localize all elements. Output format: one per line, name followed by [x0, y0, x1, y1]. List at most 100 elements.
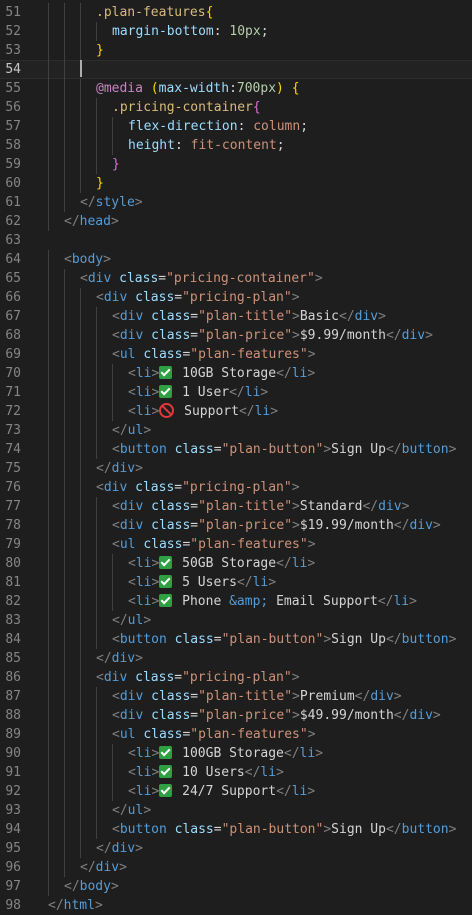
indent-guide [48, 706, 49, 725]
line-number: 55 [5, 81, 21, 96]
code-line[interactable]: 55 @media (max-width:700px) { [0, 79, 472, 98]
code-line[interactable]: 98 </html> [0, 896, 472, 915]
code-line[interactable]: 83 </ul> [0, 611, 472, 630]
code-token: li [260, 765, 277, 780]
code-token: > [401, 499, 410, 514]
code-text: <div class="pricing-container"> [80, 269, 323, 288]
code-token: max-width [158, 81, 230, 96]
code-token: li [135, 594, 152, 609]
code-line[interactable]: 88 <div class="plan-price">$49.99/month</… [0, 706, 472, 725]
code-line[interactable]: 58 height: fit-content; [0, 136, 472, 155]
code-line[interactable]: 95 </div> [0, 839, 472, 858]
line-number: 92 [5, 784, 21, 799]
code-text: <button class="plan-button">Sign Up</but… [112, 630, 456, 649]
code-line[interactable]: 59} [0, 155, 472, 174]
code-line[interactable]: 64 <body> [0, 250, 472, 269]
code-token: < [128, 765, 136, 780]
code-line[interactable]: 66 <div class="pricing-plan"> [0, 288, 472, 307]
code-line[interactable]: 51 .plan-features{ [0, 3, 472, 22]
code-token: li [291, 556, 308, 571]
indent-guide [64, 706, 65, 725]
code-line[interactable]: 61 </style> [0, 193, 472, 212]
code-line[interactable]: 96 </div> [0, 858, 472, 877]
code-line[interactable]: 74 <button class="plan-button">Sign Up</b… [0, 440, 472, 459]
code-line[interactable]: 54 [0, 60, 472, 79]
code-token: > [292, 309, 300, 324]
code-editor[interactable]: 51 .plan-features{52 margin-bottom: 10px; 5… [0, 0, 472, 914]
code-line[interactable]: 80 <li> 50GB Storage</li> [0, 554, 472, 573]
code-text: height: fit-content; [128, 136, 285, 155]
code-token: > [143, 803, 152, 818]
code-line[interactable]: 53} [0, 41, 472, 60]
code-line[interactable]: 94 <button class="plan-button">Sign Up</b… [0, 820, 472, 839]
line-number: 75 [5, 461, 21, 476]
line-number: 96 [5, 860, 21, 875]
indent-guide [80, 383, 81, 402]
indent-guide [80, 687, 81, 706]
code-text: flex-direction: column; [128, 117, 308, 136]
code-line[interactable]: 90 <li> 100GB Storage</li> [0, 744, 472, 763]
code-token: class [143, 537, 183, 552]
code-line[interactable]: 60} [0, 174, 472, 193]
code-line[interactable]: 78 <div class="plan-price">$19.99/month</… [0, 516, 472, 535]
code-token: div [111, 841, 136, 856]
code-token: > [110, 214, 119, 229]
indent-guide [96, 611, 97, 630]
code-line[interactable]: 57 flex-direction: column; [0, 117, 472, 136]
code-text: <button class="plan-button">Sign Up</but… [112, 820, 456, 839]
code-token: < [112, 822, 120, 837]
indent-guide [80, 706, 81, 725]
code-line[interactable]: 56 .pricing-container{ [0, 98, 472, 117]
code-line[interactable]: 62 </head> [0, 212, 472, 231]
code-token: > [276, 765, 284, 780]
code-line[interactable]: 52 margin-bottom: 10px; [0, 22, 472, 41]
indent-guide [48, 212, 49, 231]
code-line[interactable]: 89 <ul class="plan-features"> [0, 725, 472, 744]
indent-guide [48, 820, 49, 839]
code-line[interactable]: 69 <ul class="plan-features"> [0, 345, 472, 364]
code-line[interactable]: 72 <li> Support</li> [0, 402, 472, 421]
code-line[interactable]: 84 <button class="plan-button">Sign Up</b… [0, 630, 472, 649]
code-line[interactable]: 86 <div class="pricing-plan"> [0, 668, 472, 687]
code-line[interactable]: 77 <div class="plan-title">Standard</div> [0, 497, 472, 516]
code-token: > [151, 594, 160, 609]
code-line[interactable]: 91 <li> 10 Users</li> [0, 763, 472, 782]
code-line[interactable]: 63 [0, 231, 472, 250]
code-line[interactable]: 92 <li> 24/7 Support</li> [0, 782, 472, 801]
code-line[interactable]: 85 </div> [0, 649, 472, 668]
code-token: fit-content [190, 138, 277, 153]
code-token: </ [236, 575, 253, 590]
line-number: 60 [5, 176, 21, 191]
code-line[interactable]: 79 <ul class="plan-features"> [0, 535, 472, 554]
code-text: <div class="plan-price">$49.99/month</di… [112, 706, 441, 725]
indent-guide [48, 611, 49, 630]
indent-guide [64, 839, 65, 858]
code-line[interactable]: 87 <div class="plan-title">Premium</div> [0, 687, 472, 706]
code-token: > [307, 727, 316, 742]
code-line[interactable]: 81 <li> 5 Users</li> [0, 573, 472, 592]
code-line[interactable]: 73 </ul> [0, 421, 472, 440]
indent-guide [48, 174, 49, 193]
code-line[interactable]: 68 <div class="plan-price">$9.99/month</d… [0, 326, 472, 345]
code-token: div [103, 290, 128, 305]
code-text: <li> 24/7 Support</li> [128, 782, 315, 801]
code-line[interactable]: 67 <div class="plan-title">Basic</div> [0, 307, 472, 326]
code-line[interactable]: 71 <li> 1 User</li> [0, 383, 472, 402]
code-line[interactable]: 75 </div> [0, 459, 472, 478]
code-line[interactable]: 65 <div class="pricing-container"> [0, 269, 472, 288]
code-line[interactable]: 97 </body> [0, 877, 472, 896]
code-line[interactable]: 76 <div class="pricing-plan"> [0, 478, 472, 497]
code-token: $19.99/month [299, 518, 394, 533]
indent-guide [96, 326, 97, 345]
code-text: <button class="plan-button">Sign Up</but… [112, 440, 456, 459]
code-line[interactable]: 70 <li> 10GB Storage</li> [0, 364, 472, 383]
indent-guide [48, 478, 49, 497]
code-line[interactable]: 93 </ul> [0, 801, 472, 820]
code-line[interactable]: 82 <li> Phone &amp; Email Support</li> [0, 592, 472, 611]
indent-guide [80, 307, 81, 326]
indent-guide [64, 573, 65, 592]
code-token: li [135, 404, 152, 419]
code-token: Premium [299, 689, 355, 704]
